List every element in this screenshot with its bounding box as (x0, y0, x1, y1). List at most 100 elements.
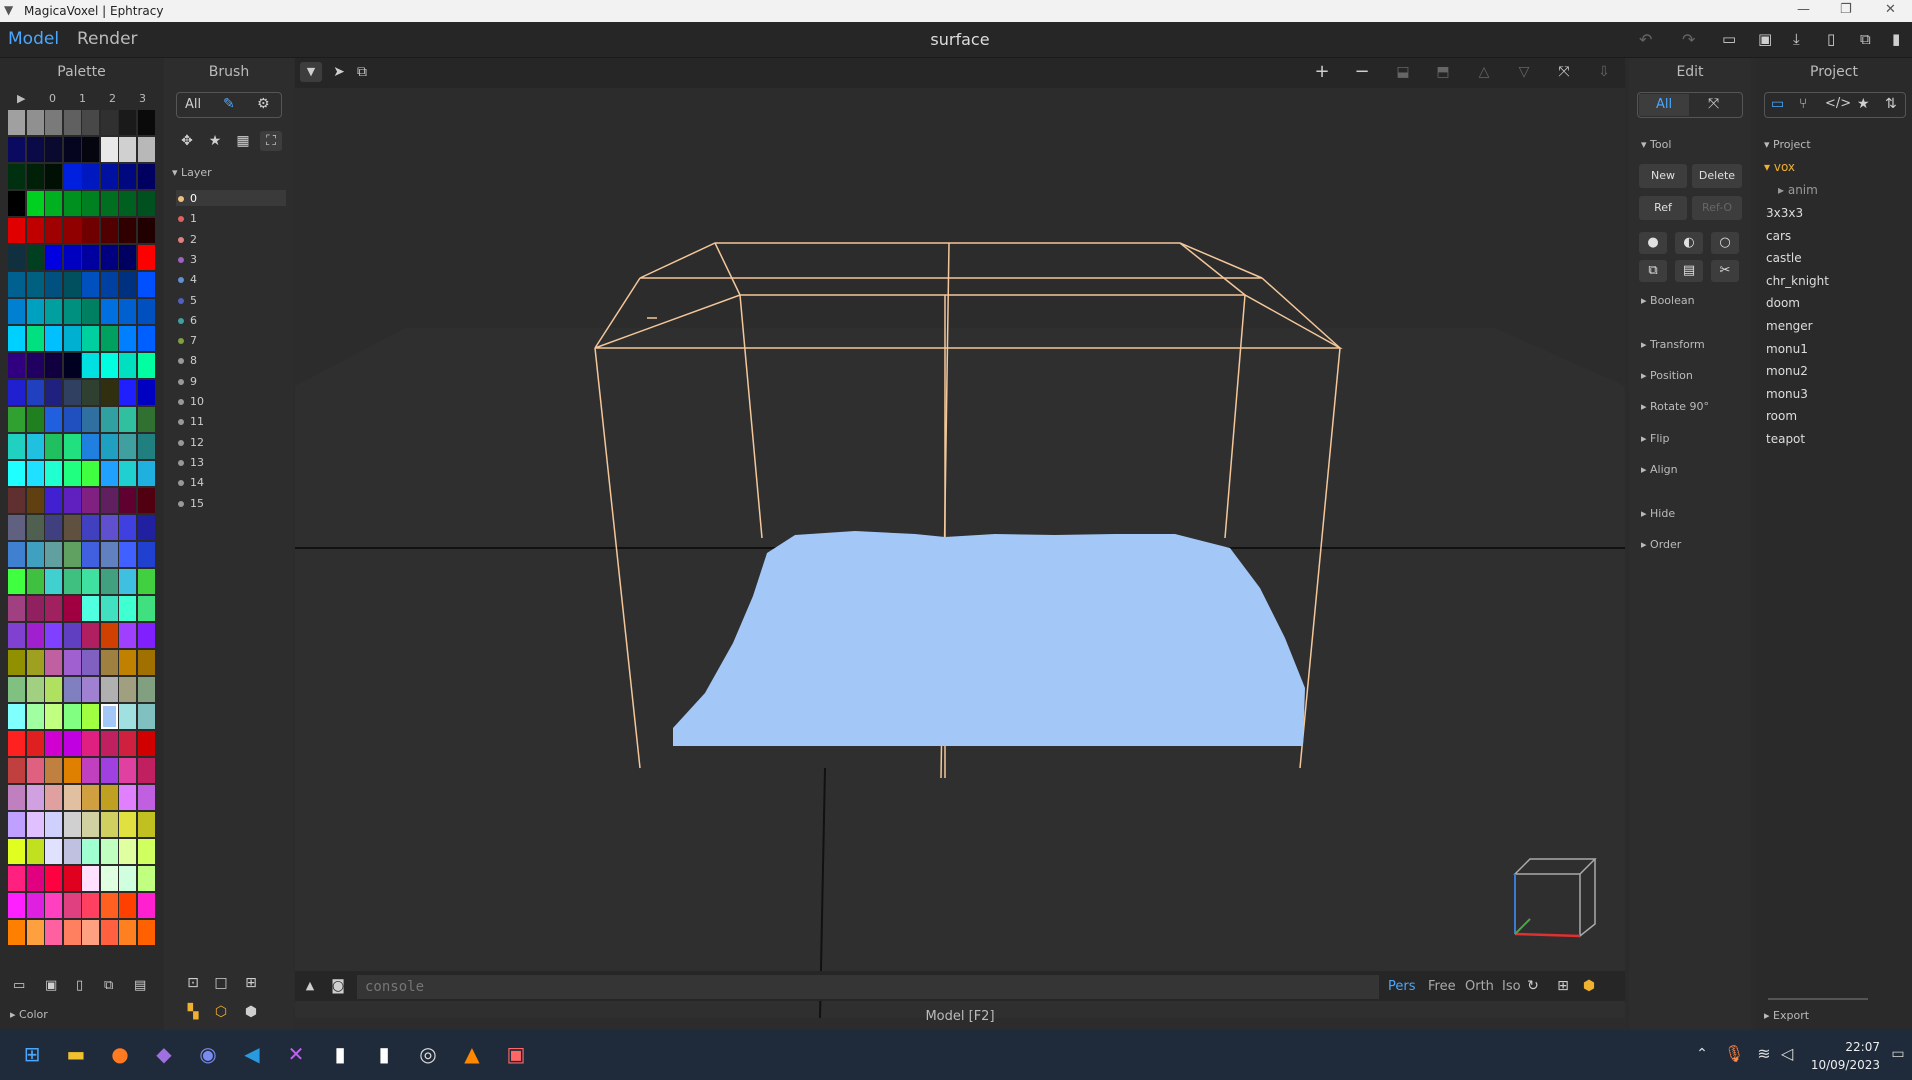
copy-palette-icon[interactable]: ⧉ (104, 978, 113, 993)
palette-swatch[interactable] (45, 407, 62, 432)
brush-all-button[interactable]: All (185, 97, 201, 112)
palette-swatch[interactable] (45, 677, 62, 702)
palette-swatch[interactable] (63, 758, 81, 783)
palette-swatch[interactable] (137, 893, 155, 918)
app-black-icon[interactable]: ▮ (328, 1042, 352, 1066)
palette-swatch[interactable] (119, 920, 136, 945)
ref-button[interactable]: Ref (1639, 196, 1687, 220)
palette-swatch[interactable] (45, 488, 62, 513)
palette-swatch[interactable] (82, 839, 99, 864)
move-icon[interactable]: ✥ (176, 131, 198, 151)
palette-swatch[interactable] (137, 731, 155, 756)
palette-swatch[interactable] (45, 515, 62, 540)
palette-swatch[interactable] (100, 677, 118, 702)
palette-swatch[interactable] (100, 488, 118, 513)
layer-item[interactable]: 15 (178, 497, 204, 510)
camera-capture-icon[interactable]: ◙ (327, 976, 349, 996)
fill-circle-icon[interactable]: ● (1639, 232, 1667, 254)
palette-swatch[interactable] (137, 866, 155, 891)
palette-swatch[interactable] (63, 515, 81, 540)
project-item[interactable]: castle (1766, 251, 1802, 265)
cube-icon[interactable]: ⬡ (210, 1002, 232, 1022)
palette-swatch[interactable] (45, 704, 62, 729)
palette-swatch[interactable] (100, 272, 118, 297)
palette-swatch[interactable] (63, 164, 81, 189)
palette-swatch[interactable] (26, 866, 44, 891)
palette-swatch[interactable] (119, 569, 136, 594)
palette-swatch[interactable] (45, 650, 62, 675)
palette-swatch[interactable] (137, 650, 155, 675)
project-item[interactable]: chr_knight (1766, 274, 1829, 288)
palette-swatch[interactable] (82, 407, 99, 432)
palette-swatch[interactable] (100, 785, 118, 810)
palette-swatch[interactable] (100, 299, 118, 324)
palette-swatch[interactable] (82, 812, 99, 837)
palette-swatch[interactable] (45, 785, 62, 810)
palette-swatch[interactable] (100, 245, 118, 270)
palette-swatch[interactable] (100, 164, 118, 189)
palette-swatch[interactable] (119, 704, 136, 729)
palette-swatch[interactable] (45, 353, 62, 378)
orientation-gizmo[interactable] (1510, 854, 1600, 944)
palette-swatch[interactable] (26, 785, 44, 810)
anim-folder[interactable]: ▸ anim (1778, 183, 1818, 197)
palette-swatch[interactable] (82, 569, 99, 594)
layer-item[interactable]: 12 (178, 436, 204, 449)
brush-paint-icon[interactable]: ✎ (223, 96, 235, 112)
palette-swatch[interactable] (63, 731, 81, 756)
palette-swatch[interactable] (137, 245, 155, 270)
palette-swatch[interactable] (63, 137, 81, 162)
palette-swatch[interactable] (26, 434, 44, 459)
palette-swatch[interactable] (82, 461, 99, 486)
layer-item[interactable]: 14 (178, 476, 204, 489)
palette-swatch[interactable] (119, 596, 136, 621)
palette-swatch[interactable] (45, 893, 62, 918)
palette-swatch[interactable] (82, 731, 99, 756)
palette-swatch[interactable] (82, 434, 99, 459)
palette-swatch[interactable] (82, 677, 99, 702)
new-file-icon[interactable]: ▯ (1827, 30, 1835, 48)
layer-item[interactable]: 6 (178, 314, 197, 327)
palette-swatch[interactable] (8, 461, 25, 486)
palette-swatch[interactable] (26, 542, 44, 567)
palette-swatch[interactable] (137, 623, 155, 648)
edit-section-rotate-90[interactable]: ▸ Rotate 90° (1641, 400, 1709, 413)
palette-swatch[interactable] (8, 434, 25, 459)
palette-swatch[interactable] (63, 407, 81, 432)
vlc-icon[interactable]: ▲ (460, 1042, 484, 1066)
palette-swatch[interactable] (63, 920, 81, 945)
palette-swatch[interactable] (119, 326, 136, 351)
palette-swatch[interactable] (100, 353, 118, 378)
palette-swatch[interactable] (100, 839, 118, 864)
palette-swatch[interactable] (100, 191, 118, 216)
tree-icon[interactable]: ⑂ (1799, 96, 1807, 112)
palette-swatch[interactable] (45, 137, 62, 162)
palette-swatch[interactable] (119, 272, 136, 297)
viewport[interactable]: ▼ ➤ ⧉ + − ⬓ ⬒ △ ▽ ⤧ ⇩ ▲ ◙ console Pers F… (295, 58, 1625, 1030)
layer-item[interactable]: 13 (178, 456, 204, 469)
palette-swatch[interactable] (8, 812, 25, 837)
palette-swatch[interactable] (45, 245, 62, 270)
palette-swatch[interactable] (8, 110, 25, 135)
close-button[interactable]: ✕ (1885, 2, 1896, 17)
palette-swatch[interactable] (119, 137, 136, 162)
palette-swatch[interactable] (45, 542, 62, 567)
palette-swatch[interactable] (63, 218, 81, 243)
palette-swatch[interactable] (82, 623, 99, 648)
view-cube-icon[interactable]: ⬢ (1578, 976, 1600, 996)
palette-swatch[interactable] (63, 623, 81, 648)
minimize-button[interactable]: — (1797, 2, 1810, 17)
copy-file-icon[interactable]: ⧉ (1860, 30, 1871, 48)
vscode-icon[interactable]: ◀ (240, 1042, 264, 1066)
layer-item[interactable]: 4 (178, 273, 197, 286)
half-circle-icon[interactable]: ◐ (1675, 232, 1703, 254)
palette-swatch[interactable] (63, 704, 81, 729)
layer-item[interactable]: 7 (178, 334, 197, 347)
palette-swatch[interactable] (8, 785, 25, 810)
palette-swatch[interactable] (119, 893, 136, 918)
palette-swatch[interactable] (45, 758, 62, 783)
palette-swatch[interactable] (82, 299, 99, 324)
palette-swatch[interactable] (82, 380, 99, 405)
layer-item[interactable]: 1 (178, 212, 197, 225)
palette-swatch[interactable] (137, 839, 155, 864)
